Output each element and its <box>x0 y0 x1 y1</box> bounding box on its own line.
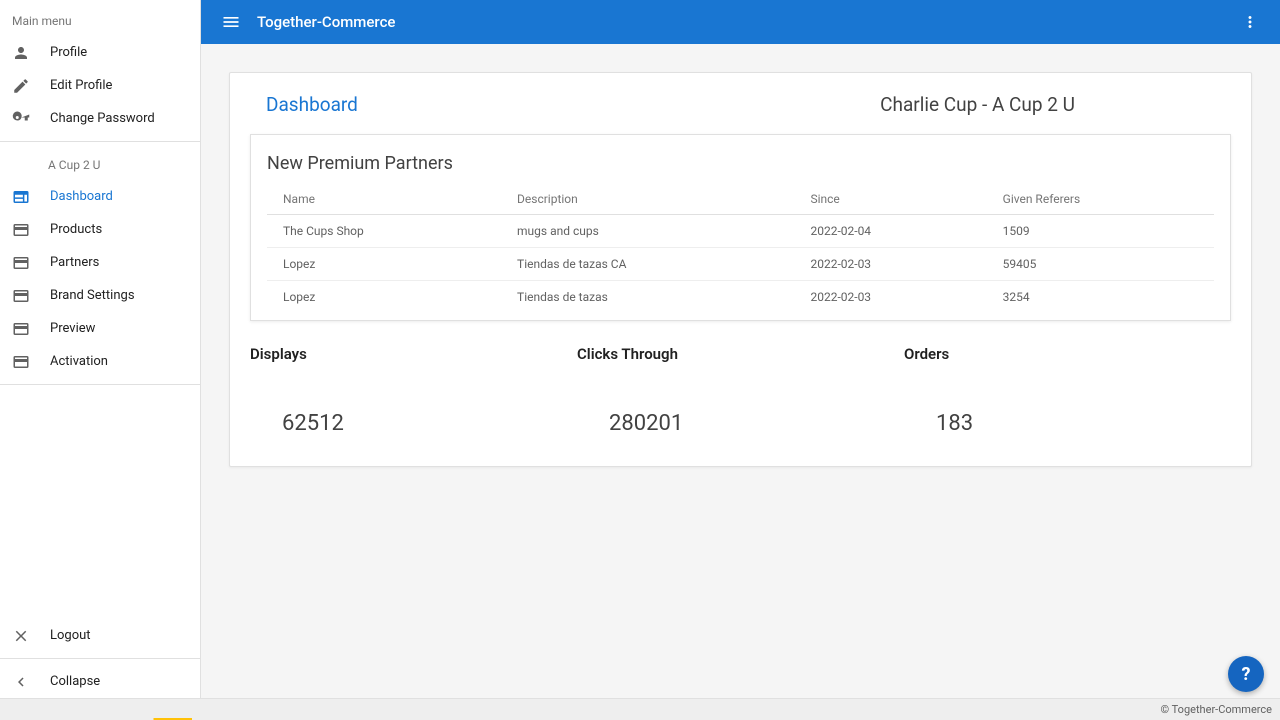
sidebar-item-label: Dashboard <box>50 189 113 204</box>
topbar: Together-Commerce <box>201 0 1280 44</box>
stat-orders: Orders 183 <box>904 345 1231 436</box>
card-icon <box>12 221 36 239</box>
stat-value: 62512 <box>250 411 577 436</box>
sidebar-item-label: Profile <box>50 45 87 60</box>
breadcrumb[interactable]: Dashboard <box>266 93 358 116</box>
card-icon <box>12 320 36 338</box>
stat-clicks: Clicks Through 280201 <box>577 345 904 436</box>
sidebar-header: Main menu <box>0 0 200 36</box>
card-icon <box>12 254 36 272</box>
card-icon <box>12 287 36 305</box>
sidebar-item-profile[interactable]: Profile <box>0 36 200 69</box>
sidebar-item-products[interactable]: Products <box>0 213 200 246</box>
sidebar-item-edit-profile[interactable]: Edit Profile <box>0 69 200 102</box>
card-icon <box>12 353 36 371</box>
stat-value: 183 <box>904 411 1231 436</box>
cell-name: Lopez <box>267 281 501 321</box>
key-icon <box>12 110 36 128</box>
sidebar-item-label: Edit Profile <box>50 78 112 93</box>
menu-toggle-button[interactable] <box>213 4 249 40</box>
cell-desc: mugs and cups <box>501 215 794 248</box>
col-description: Description <box>501 184 794 215</box>
sidebar-item-label: Partners <box>50 255 99 270</box>
stat-label: Displays <box>250 345 577 363</box>
copyright: © Together-Commerce <box>1160 703 1272 716</box>
stat-displays: Displays 62512 <box>250 345 577 436</box>
chevron-left-icon <box>12 673 36 691</box>
more-vert-icon <box>1241 13 1259 31</box>
divider <box>0 384 200 385</box>
hamburger-icon <box>221 12 241 32</box>
sidebar-item-collapse[interactable]: Collapse <box>0 665 200 698</box>
page-title: Charlie Cup - A Cup 2 U <box>880 93 1075 116</box>
help-fab-button[interactable]: ? <box>1228 656 1264 692</box>
section-title: New Premium Partners <box>267 153 1214 174</box>
sidebar-item-label: Products <box>50 222 102 237</box>
sidebar-item-label: Logout <box>50 628 91 643</box>
stat-value: 280201 <box>577 411 904 436</box>
col-referers: Given Referers <box>987 184 1214 215</box>
sidebar-sub-header: A Cup 2 U <box>0 148 200 180</box>
cell-since: 2022-02-03 <box>794 281 986 321</box>
web-icon <box>12 188 36 206</box>
partners-section: New Premium Partners Name Description Si… <box>250 134 1231 321</box>
app-title: Together-Commerce <box>257 13 395 31</box>
divider <box>0 658 200 659</box>
sidebar-item-label: Activation <box>50 354 108 369</box>
cell-since: 2022-02-04 <box>794 215 986 248</box>
cell-referers: 3254 <box>987 281 1214 321</box>
stat-label: Orders <box>904 345 1231 363</box>
cell-referers: 59405 <box>987 248 1214 281</box>
sidebar-item-label: Collapse <box>50 674 100 689</box>
stats-row: Displays 62512 Clicks Through 280201 Ord… <box>230 335 1251 466</box>
sidebar-item-label: Brand Settings <box>50 288 135 303</box>
sidebar-item-preview[interactable]: Preview <box>0 312 200 345</box>
table-row[interactable]: Lopez Tiendas de tazas 2022-02-03 3254 <box>267 281 1214 321</box>
sidebar-item-activation[interactable]: Activation <box>0 345 200 378</box>
close-icon <box>12 627 36 645</box>
sidebar-item-label: Change Password <box>50 111 155 126</box>
col-since: Since <box>794 184 986 215</box>
dashboard-card: Dashboard Charlie Cup - A Cup 2 U New Pr… <box>229 72 1252 467</box>
sidebar: Main menu Profile Edit Profile Change Pa… <box>0 0 201 698</box>
cell-desc: Tiendas de tazas <box>501 281 794 321</box>
sidebar-item-partners[interactable]: Partners <box>0 246 200 279</box>
main-content: Dashboard Charlie Cup - A Cup 2 U New Pr… <box>201 44 1280 698</box>
partners-table: Name Description Since Given Referers Th… <box>267 184 1214 320</box>
col-name: Name <box>267 184 501 215</box>
cell-name: The Cups Shop <box>267 215 501 248</box>
cell-since: 2022-02-03 <box>794 248 986 281</box>
sidebar-item-brand-settings[interactable]: Brand Settings <box>0 279 200 312</box>
sidebar-item-dashboard[interactable]: Dashboard <box>0 180 200 213</box>
stat-label: Clicks Through <box>577 345 904 363</box>
more-menu-button[interactable] <box>1232 4 1268 40</box>
footer: © Together-Commerce <box>0 698 1280 720</box>
cell-desc: Tiendas de tazas CA <box>501 248 794 281</box>
table-row[interactable]: Lopez Tiendas de tazas CA 2022-02-03 594… <box>267 248 1214 281</box>
page-header: Dashboard Charlie Cup - A Cup 2 U <box>230 73 1251 134</box>
person-icon <box>12 44 36 62</box>
sidebar-item-change-password[interactable]: Change Password <box>0 102 200 135</box>
edit-icon <box>12 77 36 95</box>
cell-name: Lopez <box>267 248 501 281</box>
table-row[interactable]: The Cups Shop mugs and cups 2022-02-04 1… <box>267 215 1214 248</box>
divider <box>0 141 200 142</box>
sidebar-item-logout[interactable]: Logout <box>0 619 200 652</box>
cell-referers: 1509 <box>987 215 1214 248</box>
sidebar-item-label: Preview <box>50 321 95 336</box>
